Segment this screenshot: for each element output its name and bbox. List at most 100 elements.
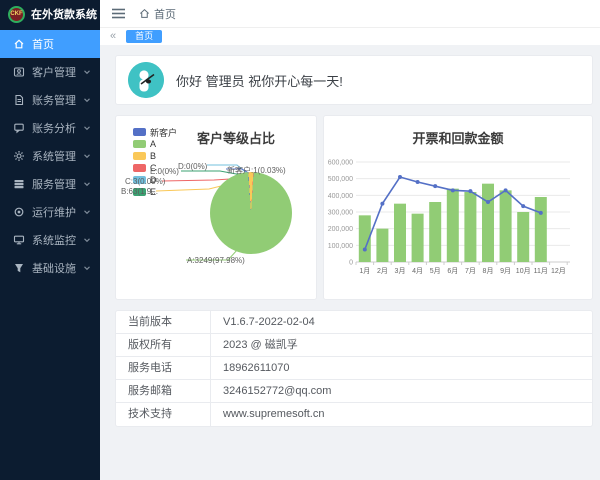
app-root: CKF 在外货款系统 首页客户管理账务管理账务分析系统管理服务管理运行维护系统监… — [0, 0, 600, 480]
welcome-card: 你好 管理员 祝你开心每一天! — [115, 55, 593, 105]
sidebar-item-2[interactable]: 账务管理 — [0, 86, 100, 114]
svg-text:2月: 2月 — [377, 267, 388, 275]
info-row-2: 服务电话18962611070 — [116, 357, 592, 380]
chevron-down-icon — [83, 96, 91, 104]
sidebar-item-6[interactable]: 运行维护 — [0, 198, 100, 226]
pie-label-新客户: 新客户:1(0.03%) — [227, 165, 286, 176]
info-row-label: 技术支持 — [116, 403, 211, 426]
chevron-down-icon — [83, 264, 91, 272]
svg-text:10月: 10月 — [516, 267, 531, 275]
sidebar-item-label: 客户管理 — [32, 64, 76, 80]
chevron-down-icon — [83, 124, 91, 132]
info-row-label: 服务邮箱 — [116, 380, 211, 402]
sidebar-item-label: 服务管理 — [32, 176, 76, 192]
info-row-label: 版权所有 — [116, 334, 211, 356]
pie-label-E: E:0(0%) — [150, 167, 179, 176]
svg-text:1月: 1月 — [359, 267, 370, 275]
legend-swatch — [133, 152, 146, 160]
info-row-value: 18962611070 — [211, 357, 289, 379]
pie-chart-title: 客户等级占比 — [176, 128, 296, 147]
info-row-label: 当前版本 — [116, 311, 211, 333]
tab-bar: « 首页 — [100, 28, 600, 45]
ring-icon — [13, 206, 25, 218]
svg-text:100,000: 100,000 — [328, 243, 353, 250]
svg-text:5月: 5月 — [430, 267, 441, 275]
svg-text:4月: 4月 — [412, 267, 423, 275]
legend-label: B — [150, 151, 156, 161]
pie-chart[interactable] — [210, 172, 292, 254]
svg-text:200,000: 200,000 — [328, 226, 353, 233]
info-row-4: 技术支持www.supremesoft.cn — [116, 403, 592, 426]
funnel-icon — [13, 262, 25, 274]
legend-item-B[interactable]: B — [133, 150, 177, 162]
sidebar-item-label: 运行维护 — [32, 204, 76, 220]
legend-label: A — [150, 139, 156, 149]
file-icon — [13, 94, 25, 106]
sidebar-item-5[interactable]: 服务管理 — [0, 170, 100, 198]
sidebar: CKF 在外货款系统 首页客户管理账务管理账务分析系统管理服务管理运行维护系统监… — [0, 0, 100, 480]
info-row-value: V1.6.7-2022-02-04 — [211, 311, 315, 333]
sidebar-item-3[interactable]: 账务分析 — [0, 114, 100, 142]
svg-text:3月: 3月 — [395, 267, 406, 275]
legend-item-新客户[interactable]: 新客户 — [133, 126, 177, 138]
sidebar-item-label: 账务分析 — [32, 120, 76, 136]
pie-label-A: A:3249(97.98%) — [187, 256, 245, 265]
pie-label-D: D:0(0%) — [178, 162, 207, 171]
legend-swatch — [133, 140, 146, 148]
svg-text:0: 0 — [349, 260, 353, 267]
info-row-label: 服务电话 — [116, 357, 211, 379]
app-title: 在外货款系统 — [31, 6, 97, 22]
chevron-down-icon — [83, 180, 91, 188]
svg-text:9月: 9月 — [500, 267, 511, 275]
tabs-collapse-icon[interactable]: « — [110, 31, 116, 42]
legend-swatch — [133, 164, 146, 172]
sidebar-item-7[interactable]: 系统监控 — [0, 226, 100, 254]
info-table: 当前版本V1.6.7-2022-02-04版权所有2023 @ 磁凯孚服务电话1… — [115, 310, 593, 427]
sidebar-item-0[interactable]: 首页 — [0, 30, 100, 58]
sidebar-menu: 首页客户管理账务管理账务分析系统管理服务管理运行维护系统监控基础设施 — [0, 30, 100, 282]
legend-item-A[interactable]: A — [133, 138, 177, 150]
home-icon — [13, 38, 25, 50]
svg-text:500,000: 500,000 — [328, 176, 353, 183]
info-row-value: www.supremesoft.cn — [211, 403, 324, 426]
main-content: 你好 管理员 祝你开心每一天! 客户等级占比 新客户ABCDE D:0(0%)新… — [100, 45, 600, 480]
chat-icon — [13, 122, 25, 134]
chevron-down-icon — [83, 236, 91, 244]
info-row-1: 版权所有2023 @ 磁凯孚 — [116, 334, 592, 357]
monitor-icon — [13, 234, 25, 246]
logo-icon: CKF — [8, 6, 25, 23]
info-row-0: 当前版本V1.6.7-2022-02-04 — [116, 311, 592, 334]
bar-line-chart[interactable]: 100,000 200,000 300,000 400,000 500,000 600,0… — [324, 136, 592, 298]
pie-label-C: C:3(0.09%) — [125, 177, 165, 186]
sidebar-item-label: 首页 — [32, 36, 54, 52]
breadcrumb-home-label: 首页 — [154, 6, 176, 22]
svg-text:6月: 6月 — [447, 267, 458, 275]
info-row-3: 服务邮箱3246152772@qq.com — [116, 380, 592, 403]
sidebar-item-label: 基础设施 — [32, 260, 76, 276]
greeting-text: 你好 管理员 祝你开心每一天! — [176, 71, 343, 90]
svg-text:11月: 11月 — [534, 267, 548, 275]
sidebar-item-8[interactable]: 基础设施 — [0, 254, 100, 282]
chevron-down-icon — [83, 208, 91, 216]
tab-home[interactable]: 首页 — [126, 30, 162, 43]
charts-row: 客户等级占比 新客户ABCDE D:0(0%)新客户:1(0.03%)E:0(0… — [115, 115, 593, 300]
top-header: 首页 — [100, 0, 600, 28]
svg-text:400,000: 400,000 — [328, 193, 353, 200]
svg-text:8月: 8月 — [483, 267, 494, 275]
svg-text:12月: 12月 — [551, 267, 566, 275]
hamburger-menu-icon[interactable] — [112, 8, 125, 19]
svg-text:600,000: 600,000 — [328, 160, 353, 167]
chevron-down-icon — [83, 68, 91, 76]
bar-chart-card: 开票和回款金额 100,000200,000300,000400,000500,… — [323, 115, 593, 300]
breadcrumb[interactable]: 首页 — [139, 6, 176, 22]
svg-text:7月: 7月 — [465, 267, 476, 275]
sidebar-item-1[interactable]: 客户管理 — [0, 58, 100, 86]
sidebar-item-4[interactable]: 系统管理 — [0, 142, 100, 170]
svg-text:300,000: 300,000 — [328, 210, 353, 217]
gear-icon — [13, 150, 25, 162]
info-row-value: 3246152772@qq.com — [211, 380, 331, 402]
legend-swatch — [133, 128, 146, 136]
chevron-down-icon — [83, 152, 91, 160]
info-row-value: 2023 @ 磁凯孚 — [211, 334, 298, 356]
home-icon — [139, 8, 150, 19]
